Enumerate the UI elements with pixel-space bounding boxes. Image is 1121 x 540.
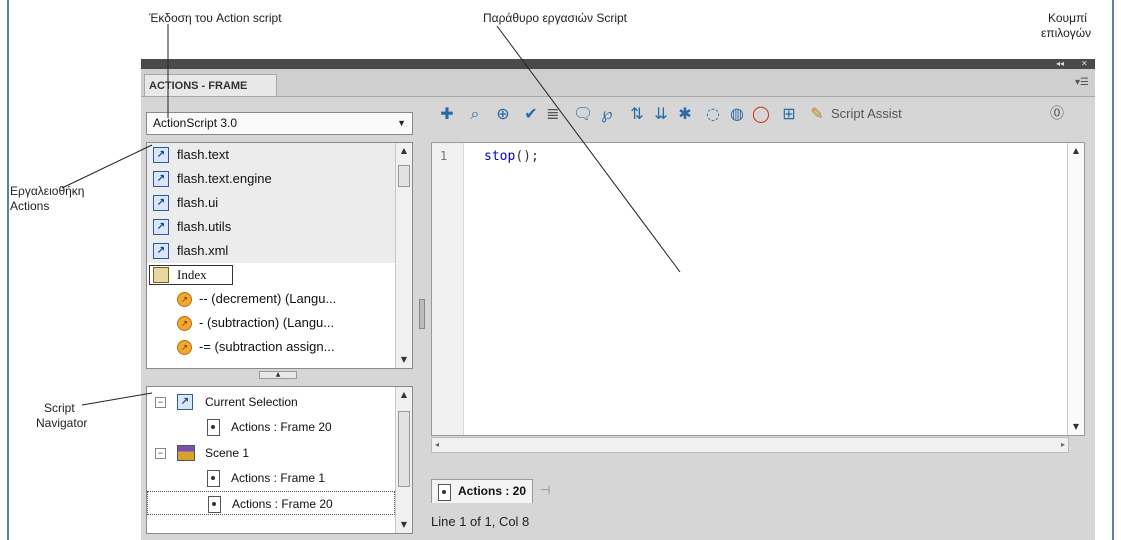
callout-lines [61,24,681,406]
callout-line-toolbox [61,144,153,189]
callout-line-navigator [81,392,153,406]
callout-line-script-pane [496,25,681,273]
